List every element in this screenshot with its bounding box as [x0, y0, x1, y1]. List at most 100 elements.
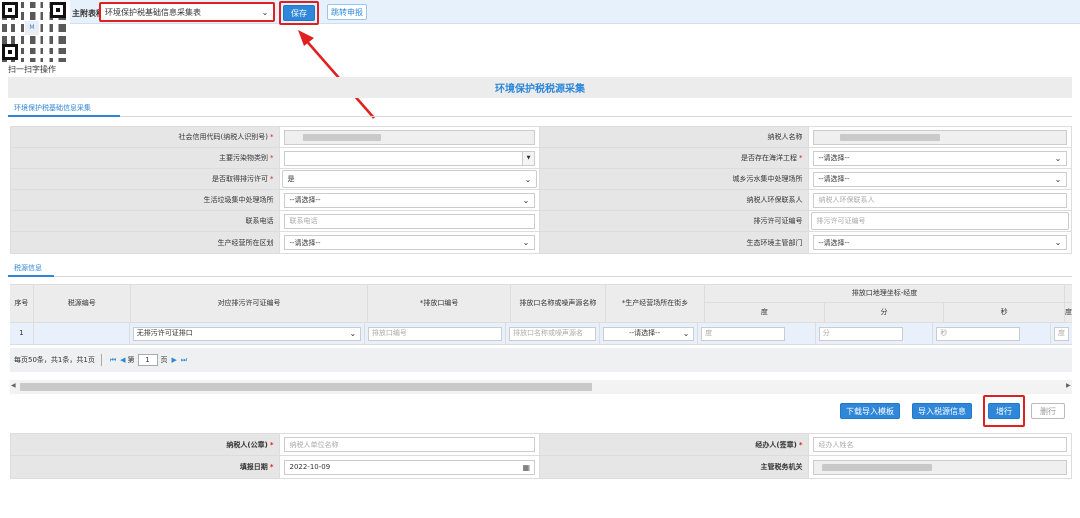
fill-date-input[interactable]: 2022-10-09 ▦ [284, 459, 535, 475]
main-form-select[interactable]: 环境保护税基础信息采集表 ⌄ [99, 2, 275, 22]
required-star: * [269, 133, 274, 141]
last-page-icon[interactable]: ⏭ [181, 356, 187, 365]
row-degree2-cell: 度 [1051, 323, 1072, 344]
calendar-icon[interactable]: ▦ [522, 463, 530, 472]
page-prefix: 第 [127, 356, 135, 364]
row-degree-input[interactable]: 度 [701, 326, 786, 341]
row-seq: 1 [10, 323, 34, 344]
row-minute-input[interactable]: 分 [818, 326, 903, 341]
handler-label: 经办人(签章) * [540, 434, 810, 455]
redacted-value [303, 133, 382, 141]
outlet-no-placeholder: 排放口编号 [371, 329, 407, 337]
permit-obtained-label: 是否取得排污许可 * [11, 169, 281, 189]
pollutant-type-select[interactable]: ▼ [284, 150, 535, 166]
first-page-icon[interactable]: ⏮ [110, 356, 116, 365]
form-row: 联系电话 联系电话 排污许可证编号 排污许可证编号 [11, 211, 1071, 232]
garbage-site-label: 生活垃圾集中处理场所 [11, 190, 281, 210]
download-template-button[interactable]: 下载导入模板 [840, 403, 900, 419]
form-row: 纳税人(公章) * 纳税人单位名称 经办人(签章) * 经办人姓名 [11, 434, 1071, 456]
scroll-left-icon[interactable]: ◀ [11, 382, 16, 389]
redacted-value [822, 463, 933, 471]
tax-authority-label: 主管税务机关 [540, 456, 810, 478]
pagination: 每页50条，共1条，共1页 ⏮ ◀ 第 1 页 ▶ ⏭ [10, 348, 1072, 372]
col-outlet-name: 排放口名称或噪声源名称 [511, 285, 606, 322]
env-contact-placeholder: 纳税人环保联系人 [818, 196, 875, 204]
row-street-cell: --请选择-- ⌄ [600, 323, 699, 344]
fill-date-cell: 2022-10-09 ▦ [280, 456, 540, 478]
taxpayer-name-input[interactable] [813, 129, 1067, 145]
tab-tax-source[interactable]: 税源信息 [14, 263, 42, 273]
phone-label-text: 联系电话 [245, 217, 274, 225]
credit-code-cell [280, 127, 540, 147]
import-source-button[interactable]: 导入税源信息 [912, 403, 972, 419]
col-degree: 度 [705, 303, 825, 322]
row-street-select[interactable]: --请选择-- ⌄ [603, 326, 695, 341]
phone-placeholder: 联系电话 [289, 217, 318, 225]
permit-no-label: 排污许可证编号 [540, 211, 810, 231]
save-button-frame: 保存 [279, 1, 319, 25]
caret-down-icon: ▼ [522, 151, 534, 165]
garbage-site-cell: --请选择-- ⌄ [280, 190, 540, 210]
row-degree-cell: 度 [698, 323, 816, 344]
tax-source-grid: 序号 税源编号 对应排污许可证编号 *排放口编号 排放口名称或噪声源名称 *生产… [10, 284, 1072, 345]
col-permit-no: 对应排污许可证编号 [131, 285, 369, 322]
phone-input[interactable]: 联系电话 [284, 213, 535, 229]
next-page-icon[interactable]: ▶ [172, 356, 177, 364]
col-coordinate-subheaders: 度 分 秒 [705, 303, 1064, 322]
sewage-site-select[interactable]: --请选择-- ⌄ [813, 171, 1067, 187]
fill-date-value: 2022-10-09 [289, 463, 331, 471]
taxpayer-seal-input[interactable]: 纳税人单位名称 [284, 437, 535, 452]
credit-code-input[interactable] [284, 129, 535, 145]
sewage-site-label-text: 城乡污水集中处理场所 [732, 175, 803, 183]
col-seq: 序号 [10, 285, 34, 322]
page-number-value: 1 [145, 356, 150, 364]
row-degree2-input[interactable]: 度 [1054, 326, 1070, 341]
tab-basic-info[interactable]: 环境保护税基础信息采集 [14, 103, 91, 113]
handler-label-text: 经办人(签章) [755, 440, 797, 449]
row-street-value: --请选择-- [629, 329, 661, 337]
tax-authority-label-text: 主管税务机关 [760, 463, 803, 471]
sewage-site-cell: --请选择-- ⌄ [809, 169, 1071, 189]
ocean-project-select[interactable]: --请选择-- ⌄ [813, 150, 1067, 166]
save-button[interactable]: 保存 [283, 5, 315, 21]
ocean-project-label: 是否存在海洋工程 * [540, 148, 810, 168]
page-suffix: 页 [160, 356, 168, 364]
handler-input[interactable]: 经办人姓名 [813, 437, 1067, 452]
chevron-down-icon: ⌄ [1054, 153, 1062, 163]
ocean-project-value: --请选择-- [818, 154, 850, 162]
district-select[interactable]: --请选择-- ⌄ [284, 235, 535, 250]
delete-row-button[interactable]: 删行 [1031, 403, 1065, 419]
prev-page-icon[interactable]: ◀ [120, 356, 125, 364]
scrollbar-thumb[interactable] [20, 383, 592, 391]
district-label: 生产经营所在区划 [11, 232, 281, 253]
scroll-right-icon[interactable]: ▶ [1066, 382, 1071, 389]
row-permit-no-select[interactable]: 无排污许可证排口 ⌄ [132, 326, 361, 341]
jump-declare-button[interactable]: 跳转申报 [327, 4, 367, 20]
garbage-site-select[interactable]: --请选择-- ⌄ [284, 192, 535, 208]
col-street: *生产经营场所在街乡 [606, 285, 705, 322]
district-value: --请选择-- [289, 238, 321, 247]
permit-no-input[interactable]: 排污许可证编号 [811, 212, 1069, 230]
eco-dept-label-text: 生态环境主管部门 [746, 238, 803, 247]
page-title: 环境保护税税源采集 [8, 77, 1072, 98]
env-contact-cell: 纳税人环保联系人 [809, 190, 1071, 210]
row-outlet-name-input[interactable]: 排放口名称或噪声源名 [508, 326, 597, 341]
basic-info-form: 社会信用代码(纳税人识别号) * 纳税人名称 主要污染物类别 * ▼ 是否存在海洋工… [10, 126, 1072, 254]
row-outlet-name-cell: 排放口名称或噪声源名 [506, 323, 601, 344]
tab-divider [8, 116, 1072, 117]
add-row-button[interactable]: 增行 [988, 403, 1020, 419]
district-label-text: 生产经营所在区划 [217, 238, 274, 247]
credit-code-label: 社会信用代码(纳税人识别号) * [11, 127, 281, 147]
chevron-down-icon: ⌄ [682, 329, 690, 338]
main-form-value: 环境保护税基础信息采集表 [105, 7, 201, 17]
eco-dept-select[interactable]: --请选择-- ⌄ [813, 235, 1067, 250]
outlet-name-placeholder: 排放口名称或噪声源名 [512, 329, 583, 337]
row-second-input[interactable]: 秒 [936, 326, 1021, 341]
page-number-input[interactable]: 1 [137, 354, 158, 366]
table-row: 1 无排污许可证排口 ⌄ 排放口编号 排放口名称或噪声源名 --请选择-- ⌄ 度 … [10, 323, 1072, 345]
chevron-down-icon: ⌄ [524, 174, 532, 184]
row-outlet-no-input[interactable]: 排放口编号 [367, 326, 502, 341]
permit-obtained-select[interactable]: 是 ⌄ [282, 170, 537, 188]
env-contact-input[interactable]: 纳税人环保联系人 [813, 192, 1067, 208]
add-row-button-frame: 增行 [983, 395, 1025, 427]
